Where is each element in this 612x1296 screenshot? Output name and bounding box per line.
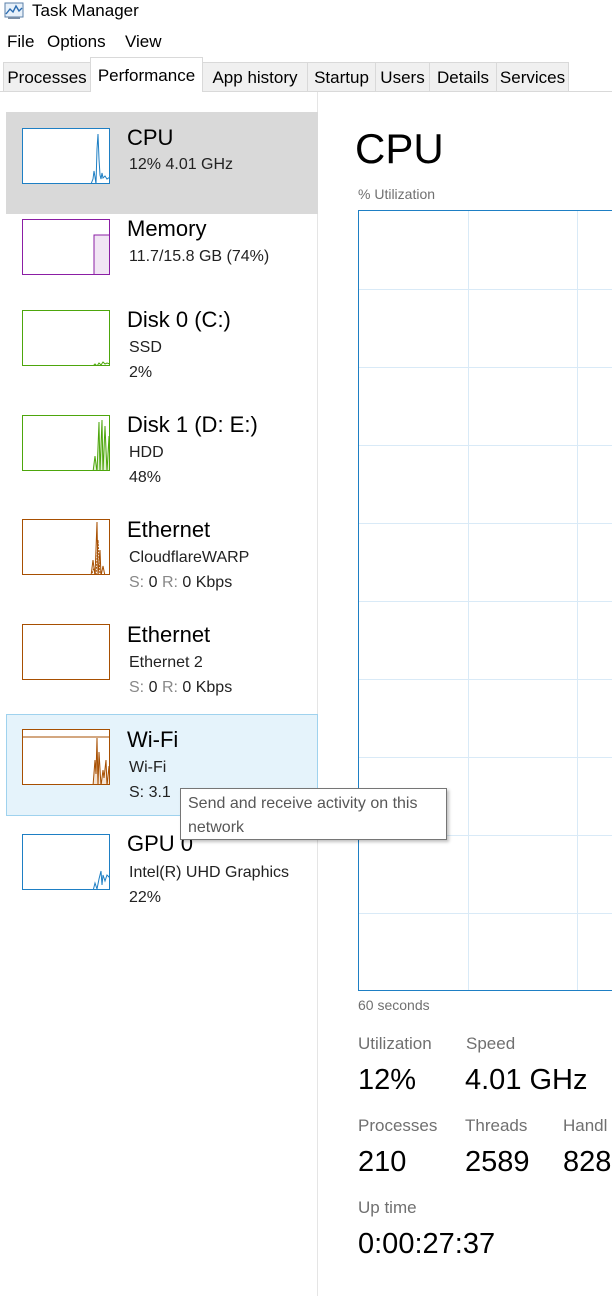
sidebar-item-detail: 2%: [129, 364, 153, 381]
sidebar-item-detail: 12% 4.01 GHz: [129, 156, 234, 173]
tab-startup[interactable]: Startup: [307, 62, 376, 91]
sidebar-item-detail: Intel(R) UHD Graphics: [129, 864, 290, 881]
task-manager-icon: [4, 2, 24, 20]
graph-y-label: % Utilization: [358, 186, 436, 202]
sidebar-item-throughput: S: 3.1: [129, 784, 171, 801]
sidebar-item-memory[interactable]: Memory 11.7/15.8 GB (74%): [6, 204, 318, 306]
sidebar-item-name: Disk 0 (C:): [127, 307, 231, 332]
tab-processes[interactable]: Processes: [3, 62, 91, 91]
tooltip: Send and receive activity on this networ…: [180, 788, 447, 840]
graph-time-label: 60 seconds: [358, 997, 430, 1013]
threads-label: Threads: [465, 1116, 528, 1135]
sidebar-item-ethernet-2[interactable]: Ethernet Ethernet 2 S: 0 R: 0 Kbps: [6, 610, 318, 712]
menu-options[interactable]: Options: [47, 31, 106, 53]
handles-label: Handl: [563, 1116, 608, 1135]
uptime-label: Up time: [358, 1198, 417, 1217]
window-title: Task Manager: [32, 1, 139, 20]
menu-view[interactable]: View: [125, 31, 162, 53]
threads-value: 2589: [465, 1146, 530, 1178]
menu-file[interactable]: File: [7, 31, 34, 53]
sidebar-item-detail: 11.7/15.8 GB (74%): [129, 248, 270, 265]
uptime-value: 0:00:27:37: [358, 1228, 496, 1260]
tooltip-line: network: [188, 819, 245, 836]
send-value: 0: [148, 679, 158, 696]
processes-label: Processes: [358, 1116, 438, 1135]
sidebar-item-name: Ethernet: [127, 517, 211, 542]
utilization-value: 12%: [358, 1064, 417, 1096]
ethernet-warp-thumbnail-graph: [22, 519, 110, 575]
sidebar-item-disk-1[interactable]: Disk 1 (D: E:) HDD 48%: [6, 400, 318, 502]
sidebar-item-detail: 22%: [129, 889, 162, 906]
receive-label: R:: [161, 574, 178, 591]
tab-app-history[interactable]: App history: [202, 62, 308, 91]
cpu-thumbnail-graph: [22, 128, 110, 184]
sidebar-item-name: Ethernet: [127, 622, 211, 647]
sidebar-item-detail: 48%: [129, 469, 162, 486]
disk-0-thumbnail-graph: [22, 310, 110, 366]
receive-value: 0 Kbps: [182, 574, 233, 591]
sidebar-item-name: Memory: [127, 216, 207, 241]
sidebar-item-detail: SSD: [129, 339, 162, 356]
send-label: S:: [129, 679, 145, 696]
processes-value: 210: [358, 1146, 407, 1178]
page-title: CPU: [355, 125, 444, 172]
tooltip-line: Send and receive activity on this: [188, 795, 418, 812]
sidebar-item-name: Wi-Fi: [127, 727, 179, 752]
gpu-0-thumbnail-graph: [22, 834, 110, 890]
ethernet-2-thumbnail-graph: [22, 624, 110, 680]
sidebar-item-ethernet-warp[interactable]: Ethernet CloudflareWARP S: 0 R: 0 Kbps: [6, 505, 318, 607]
receive-label: R:: [161, 679, 178, 696]
cpu-utilization-graph: [358, 210, 612, 991]
utilization-label: Utilization: [358, 1034, 432, 1053]
speed-value: 4.01 GHz: [465, 1064, 588, 1096]
sidebar-item-name: CPU: [127, 125, 174, 150]
title-bar[interactable]: Task Manager: [0, 0, 612, 26]
send-value: 0: [148, 574, 158, 591]
sidebar-item-throughput: S: 0 R: 0 Kbps: [129, 678, 232, 698]
sidebar-item-name: Disk 1 (D: E:): [127, 412, 258, 437]
sidebar-item-cpu[interactable]: CPU 12% 4.01 GHz: [6, 112, 318, 214]
tab-details[interactable]: Details: [429, 62, 497, 91]
handles-value: 828: [563, 1146, 612, 1178]
sidebar-item-detail: CloudflareWARP: [129, 549, 250, 566]
send-label: S:: [129, 574, 145, 591]
wifi-thumbnail-graph: [22, 729, 110, 785]
speed-label: Speed: [466, 1034, 516, 1053]
memory-thumbnail-graph: [22, 219, 110, 275]
sidebar-item-detail: Ethernet 2: [129, 654, 203, 671]
sidebar-item-detail: Wi-Fi: [129, 759, 167, 776]
tab-performance[interactable]: Performance: [90, 57, 203, 92]
tab-users[interactable]: Users: [375, 62, 430, 91]
sidebar-item-throughput: S: 0 R: 0 Kbps: [129, 573, 232, 593]
disk-1-thumbnail-graph: [22, 415, 110, 471]
receive-value: 0 Kbps: [182, 679, 233, 696]
sidebar-item-disk-0[interactable]: Disk 0 (C:) SSD 2%: [6, 296, 318, 398]
tab-services[interactable]: Services: [496, 62, 569, 91]
sidebar-item-detail: HDD: [129, 444, 164, 461]
